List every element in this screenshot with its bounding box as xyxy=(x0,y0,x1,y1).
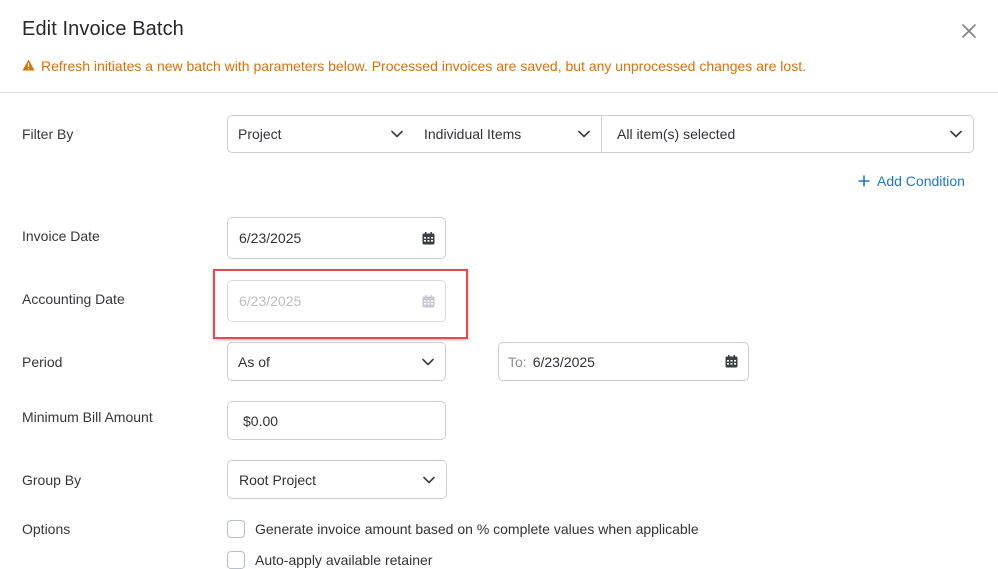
period-to-value: 6/23/2025 xyxy=(532,353,595,370)
accounting-date-highlight xyxy=(213,269,468,339)
invoice-date-label: Invoice Date xyxy=(22,228,100,244)
filter-mode-value: Individual Items xyxy=(424,126,522,142)
invoice-date-value: 6/23/2025 xyxy=(239,230,302,246)
option-label: Generate invoice amount based on % compl… xyxy=(255,521,699,537)
period-label: Period xyxy=(22,354,63,370)
chevron-down-icon xyxy=(412,461,446,498)
option-percent-complete[interactable]: Generate invoice amount based on % compl… xyxy=(227,520,699,538)
close-icon[interactable] xyxy=(958,20,980,42)
checkbox[interactable] xyxy=(227,551,245,569)
invoice-date-field[interactable]: 6/23/2025 xyxy=(227,217,446,259)
options-label: Options xyxy=(22,521,71,537)
calendar-icon[interactable] xyxy=(411,218,445,258)
option-label: Auto-apply available retainer xyxy=(255,552,433,568)
filter-items-select[interactable]: All item(s) selected xyxy=(601,115,974,153)
chevron-down-icon xyxy=(567,116,601,152)
filter-by-label: Filter By xyxy=(22,126,74,142)
accounting-date-label: Accounting Date xyxy=(22,291,125,307)
warning-text: Refresh initiates a new batch with param… xyxy=(41,58,806,74)
chevron-down-icon xyxy=(411,343,445,380)
period-value: As of xyxy=(238,353,270,370)
minimum-bill-label: Minimum Bill Amount xyxy=(22,409,153,425)
filter-mode-select[interactable]: Individual Items xyxy=(414,115,602,153)
dialog-title: Edit Invoice Batch xyxy=(22,18,184,40)
option-auto-apply-retainer[interactable]: Auto-apply available retainer xyxy=(227,551,432,569)
period-to-date-field[interactable]: To: 6/23/2025 xyxy=(498,342,749,381)
filter-items-value: All item(s) selected xyxy=(617,126,736,142)
warning-icon xyxy=(22,58,35,74)
minimum-bill-value: $0.00 xyxy=(243,412,279,429)
period-to-prefix: To: xyxy=(508,353,527,370)
period-select[interactable]: As of xyxy=(227,342,446,381)
warning-banner: Refresh initiates a new batch with param… xyxy=(22,58,806,74)
group-by-select[interactable]: Root Project xyxy=(227,460,447,499)
add-condition-button[interactable]: Add Condition xyxy=(858,173,965,189)
plus-icon xyxy=(858,174,870,188)
group-by-value: Root Project xyxy=(239,471,317,488)
chevron-down-icon xyxy=(939,116,973,152)
calendar-icon[interactable] xyxy=(714,343,748,380)
add-condition-label: Add Condition xyxy=(877,173,965,189)
filter-field-select[interactable]: Project xyxy=(227,115,415,153)
minimum-bill-input[interactable]: $0.00 xyxy=(227,401,446,440)
checkbox[interactable] xyxy=(227,520,245,538)
filter-field-value: Project xyxy=(238,126,282,142)
chevron-down-icon xyxy=(380,116,414,152)
header-divider xyxy=(0,92,998,93)
group-by-label: Group By xyxy=(22,472,82,488)
